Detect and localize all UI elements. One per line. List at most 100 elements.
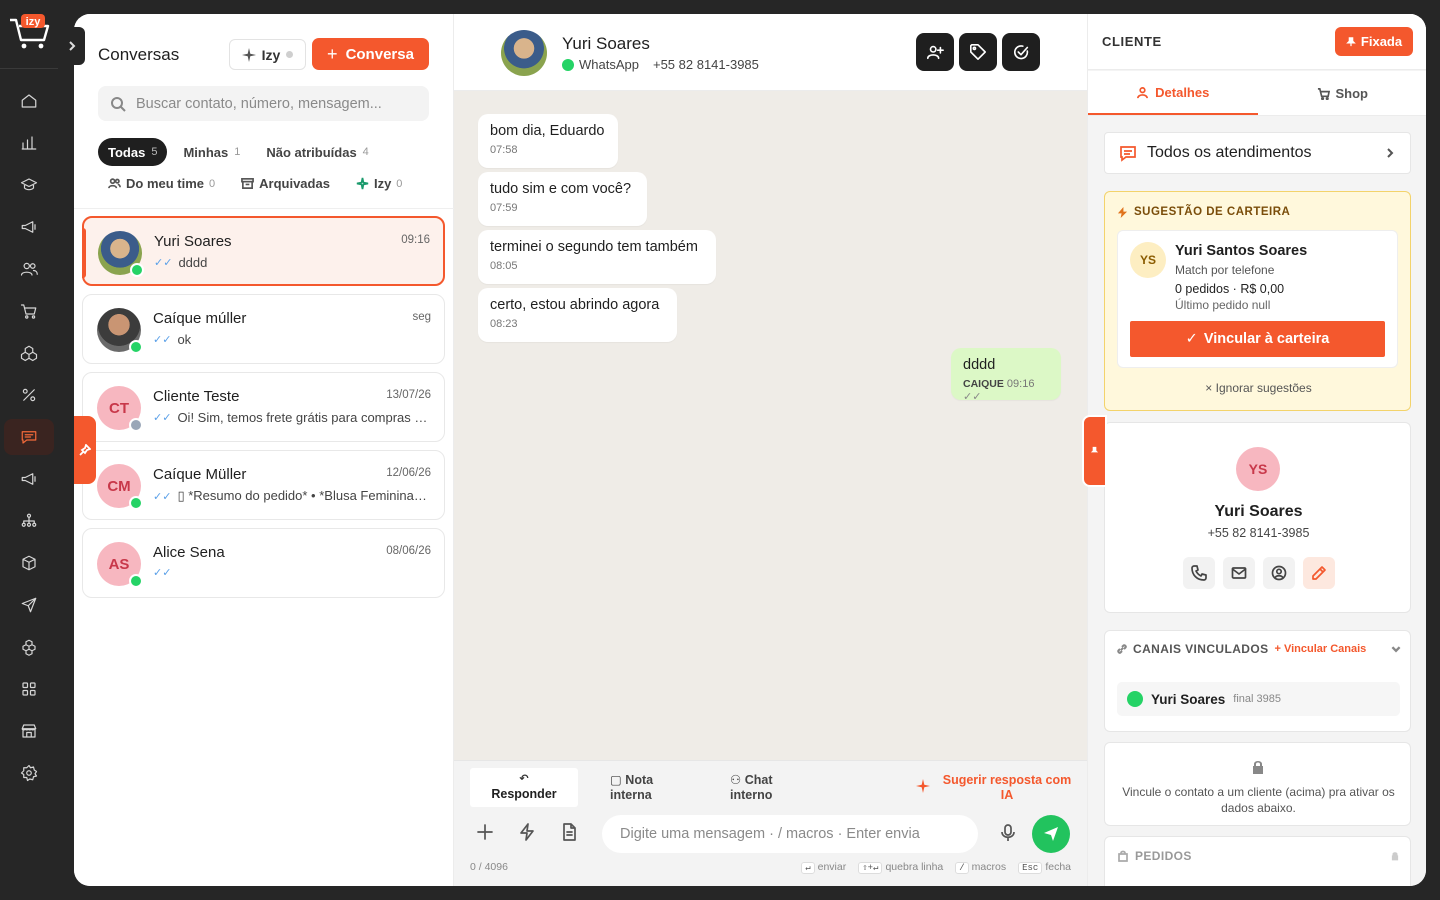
pin-client-tab[interactable] bbox=[1082, 415, 1107, 487]
expand-rail-button[interactable] bbox=[59, 27, 85, 65]
link-wallet-button[interactable]: ✓ Vincular à carteira bbox=[1130, 321, 1385, 357]
filter-label: Não atribuídas bbox=[266, 144, 357, 160]
conversation-item[interactable]: Caíque múller seg ✓✓ ok bbox=[82, 294, 445, 364]
linked-channels-card: CANAIS VINCULADOS + Vincular Canais Yuri… bbox=[1104, 630, 1411, 732]
plus-icon[interactable] bbox=[476, 823, 494, 841]
pin-conversations-tab[interactable] bbox=[74, 416, 96, 484]
nav-orders[interactable] bbox=[0, 290, 58, 332]
app-card: Conversas Izy + Conversa Todas 5 Minhas 1 … bbox=[74, 14, 1426, 886]
client-name: Yuri Soares bbox=[1214, 503, 1303, 520]
nav-campaigns[interactable] bbox=[0, 458, 58, 500]
conversation-item[interactable]: AS Alice Sena 08/06/26 ✓✓ bbox=[82, 528, 445, 598]
nav-send[interactable] bbox=[0, 584, 58, 626]
match-reason: Match por telefone bbox=[1175, 263, 1275, 277]
client-panel: CLIENTE Fixada Detalhes Shop Todos os at… bbox=[1087, 14, 1426, 886]
nav-products[interactable] bbox=[0, 332, 58, 374]
izy-button[interactable]: Izy bbox=[229, 39, 306, 70]
check-circle-icon bbox=[1014, 45, 1029, 60]
shortcut-key: / bbox=[955, 862, 969, 874]
nav-conversations[interactable] bbox=[0, 416, 58, 458]
linked-channels-header[interactable]: CANAIS VINCULADOS + Vincular Canais bbox=[1117, 642, 1402, 656]
conversation-time: 09:16 bbox=[401, 234, 430, 246]
nav-customers[interactable] bbox=[0, 248, 58, 290]
all-tickets-link[interactable]: Todos os atendimentos bbox=[1104, 132, 1411, 174]
orders-card: PEDIDOS bbox=[1104, 836, 1411, 886]
nav-inventory[interactable] bbox=[0, 542, 58, 584]
shortcut-key: Esc bbox=[1018, 862, 1043, 874]
filter-all[interactable]: Todas 5 bbox=[98, 138, 168, 166]
message-meta: CAIQUE 09:16 ✓✓ bbox=[963, 378, 1049, 403]
nav-apps[interactable] bbox=[0, 668, 58, 710]
cart-icon bbox=[1317, 87, 1330, 100]
lightning-icon[interactable] bbox=[518, 823, 536, 841]
filter-archived[interactable]: Arquivadas bbox=[241, 176, 330, 191]
reply-icon: ↶ bbox=[519, 772, 529, 785]
conversation-name: Caíque múller bbox=[153, 310, 247, 327]
ignore-label: Ignorar sugestões bbox=[1215, 381, 1312, 395]
edit-button[interactable] bbox=[1303, 557, 1335, 589]
message-text: bom dia, Eduardo bbox=[490, 123, 605, 139]
nav-store[interactable] bbox=[0, 710, 58, 752]
pencil-icon bbox=[1312, 566, 1326, 580]
izy-logo[interactable]: izy bbox=[8, 12, 52, 52]
filter-label: Do meu time bbox=[126, 176, 205, 191]
nav-marketing[interactable] bbox=[0, 206, 58, 248]
search-icon bbox=[111, 96, 126, 112]
new-conversation-button[interactable]: + Conversa bbox=[312, 38, 429, 70]
filter-my-team[interactable]: Do meu time 0 bbox=[108, 176, 215, 191]
archive-icon bbox=[241, 178, 255, 189]
nav-integrations[interactable] bbox=[0, 626, 58, 668]
message-input[interactable] bbox=[602, 815, 978, 853]
document-icon[interactable] bbox=[560, 823, 578, 841]
resolve-button[interactable] bbox=[1002, 33, 1040, 71]
whatsapp-icon bbox=[1127, 691, 1143, 707]
ignore-suggestions-button[interactable]: × Ignorar sugestões bbox=[1105, 381, 1412, 395]
tab-internal-chat[interactable]: ⚇ Chat interno bbox=[706, 768, 814, 807]
contact-avatar[interactable] bbox=[501, 30, 547, 76]
link-channels-button[interactable]: + Vincular Canais bbox=[1274, 643, 1366, 655]
graduation-icon bbox=[20, 178, 38, 191]
nav-discounts[interactable] bbox=[0, 374, 58, 416]
profile-button[interactable] bbox=[1263, 557, 1295, 589]
filter-izy[interactable]: Izy 0 bbox=[356, 176, 402, 191]
nav-home[interactable] bbox=[0, 80, 58, 122]
conversation-item[interactable]: CT Cliente Teste 13/07/26 ✓✓ Oi! Sim, tem… bbox=[82, 372, 445, 442]
conversation-name: Cliente Teste bbox=[153, 388, 240, 405]
conversation-item[interactable]: CM Caíque Müller 12/06/26 ✓✓ ▯ *Resumo do… bbox=[82, 450, 445, 520]
call-button[interactable] bbox=[1183, 557, 1215, 589]
microphone-button[interactable] bbox=[999, 824, 1017, 847]
tab-internal-note[interactable]: ▢ Nota interna bbox=[586, 768, 694, 807]
tab-shop[interactable]: Shop bbox=[1258, 71, 1427, 115]
filter-unassigned[interactable]: Não atribuídas 4 bbox=[256, 138, 378, 166]
chat-actions bbox=[916, 33, 1040, 71]
conversation-item[interactable]: Yuri Soares 09:16 ✓✓ dddd bbox=[82, 216, 445, 286]
conversations-panel: Conversas Izy + Conversa Todas 5 Minhas 1 … bbox=[74, 14, 454, 886]
channel-final-digits: final 3985 bbox=[1233, 693, 1282, 705]
linked-channel-row[interactable]: Yuri Soares final 3985 bbox=[1117, 682, 1400, 716]
tab-details[interactable]: Detalhes bbox=[1088, 71, 1258, 115]
suggest-ai-button[interactable]: Sugerir resposta com IA bbox=[916, 773, 1076, 803]
conversation-list: Yuri Soares 09:16 ✓✓ dddd Caíque múller s… bbox=[82, 216, 446, 606]
filter-label: Arquivadas bbox=[259, 176, 330, 191]
whatsapp-badge-icon bbox=[130, 263, 144, 277]
send-button[interactable] bbox=[1032, 815, 1070, 853]
filter-chips: Todas 5 Minhas 1 Não atribuídas 4 bbox=[98, 138, 379, 166]
assign-button[interactable] bbox=[916, 33, 954, 71]
search-box bbox=[98, 86, 429, 121]
message-author: CAIQUE bbox=[963, 378, 1004, 390]
tag-button[interactable] bbox=[959, 33, 997, 71]
rail-divider bbox=[0, 68, 58, 69]
nav-settings[interactable] bbox=[0, 752, 58, 794]
search-input[interactable] bbox=[136, 95, 426, 112]
message-time: 08:23 bbox=[490, 318, 518, 330]
locked-data-card: Vincule o contato a um cliente (acima) p… bbox=[1104, 742, 1411, 826]
nav-academy[interactable] bbox=[0, 164, 58, 206]
tab-reply[interactable]: ↶ Responder bbox=[470, 768, 578, 807]
nav-reports[interactable] bbox=[0, 122, 58, 164]
avatar: YS bbox=[1130, 242, 1166, 278]
nav-team[interactable] bbox=[0, 500, 58, 542]
message-bubble: tudo sim e com você? 07:59 bbox=[478, 172, 647, 226]
email-button[interactable] bbox=[1223, 557, 1255, 589]
pinned-button[interactable]: Fixada bbox=[1335, 27, 1413, 56]
filter-mine[interactable]: Minhas 1 bbox=[173, 138, 250, 166]
